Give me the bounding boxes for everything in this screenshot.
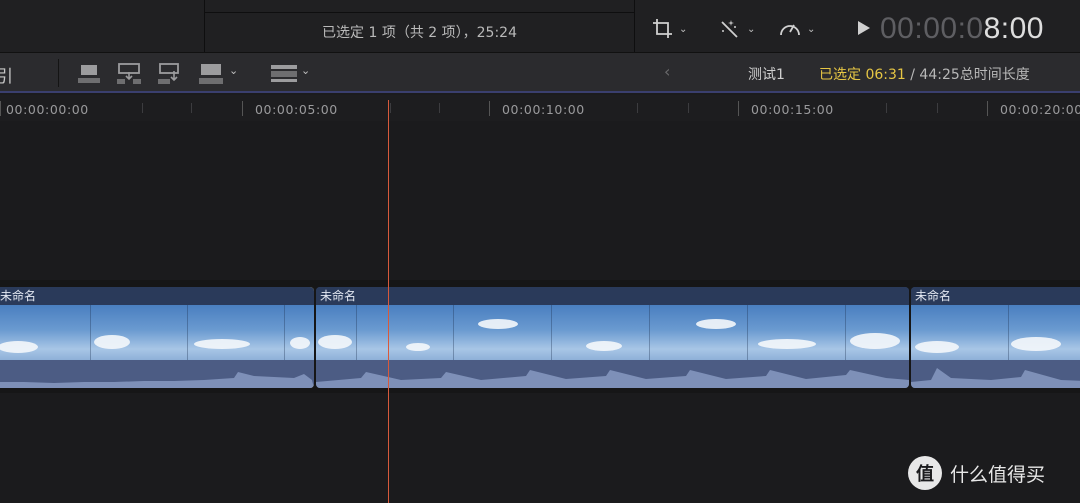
- ruler-minor-tick: [439, 103, 440, 113]
- insert-clip-icon[interactable]: [116, 62, 144, 86]
- watermark-badge-icon: 值: [908, 456, 942, 490]
- ruler-major-tick: [987, 101, 988, 116]
- total-duration: / 44:25总时间长度: [905, 67, 1030, 83]
- clip-title: 未命名: [0, 287, 314, 305]
- audio-waveform: [911, 360, 1080, 388]
- speedometer-icon: [780, 24, 800, 36]
- selected-duration: 06:31: [865, 67, 906, 83]
- retime-tool-button[interactable]: ⌄: [778, 16, 815, 42]
- ruler-major-tick: [0, 101, 1, 116]
- ruler-minor-tick: [637, 103, 638, 113]
- timeline-ruler[interactable]: 00:00:00:00 00:00:05:00 00:00:10:00 00:0…: [0, 95, 1080, 121]
- index-button-stub[interactable]: 引: [0, 62, 13, 87]
- watermark: 值 什么值得买: [908, 456, 1045, 490]
- clip-thumbnails: [316, 305, 909, 360]
- video-clip[interactable]: 未命名: [911, 287, 1080, 388]
- ruler-major-tick: [738, 101, 739, 116]
- selection-summary: 已选定 1 项（共 2 项），25:24: [322, 25, 517, 41]
- video-clip[interactable]: 未命名: [316, 287, 909, 388]
- ruler-minor-tick: [937, 103, 938, 113]
- crop-icon: [653, 19, 672, 38]
- connect-clip-icon[interactable]: [76, 62, 102, 86]
- chevron-down-icon[interactable]: ⌄: [301, 64, 310, 77]
- video-clip[interactable]: 未命名: [0, 287, 314, 388]
- audio-waveform: [316, 360, 909, 388]
- clip-title: 未命名: [911, 287, 1080, 305]
- ruler-minor-tick: [390, 103, 391, 113]
- ruler-timecode: 00:00:05:00: [255, 102, 338, 117]
- ruler-timecode: 00:00:15:00: [751, 102, 834, 117]
- ruler-timecode: 00:00:00:00: [6, 102, 89, 117]
- browser-pane-edge: [0, 0, 205, 52]
- ruler-minor-tick: [191, 103, 192, 113]
- magic-wand-icon: [721, 20, 738, 38]
- clip-thumbnails: [0, 305, 314, 360]
- project-name: 测试1: [748, 67, 785, 83]
- ruler-major-tick: [489, 101, 490, 116]
- chevron-down-icon: ⌄: [747, 23, 756, 35]
- selected-label: 已选定: [819, 67, 866, 83]
- ruler-major-tick: [242, 101, 243, 116]
- chevron-down-icon[interactable]: ⌄: [229, 64, 238, 77]
- chevron-down-icon: ⌄: [807, 23, 816, 35]
- ruler-minor-tick: [142, 103, 143, 113]
- play-icon[interactable]: [858, 21, 870, 35]
- ruler-minor-tick: [688, 103, 689, 113]
- timecode-current: 8:00: [983, 12, 1044, 45]
- toolbar-divider: [58, 59, 59, 87]
- selection-info-panel: 已选定 1 项（共 2 项），25:24: [205, 0, 635, 52]
- playhead[interactable]: [388, 100, 389, 503]
- chevron-down-icon: ⌄: [679, 23, 688, 35]
- clip-appearance-icon[interactable]: [270, 62, 300, 86]
- duration-readout: 已选定 06:31 / 44:25总时间长度: [819, 64, 1030, 84]
- crop-tool-button[interactable]: ⌄: [652, 16, 687, 42]
- append-clip-icon[interactable]: [157, 62, 185, 86]
- back-arrow-icon[interactable]: ‹: [664, 62, 670, 81]
- timeline-toolbar: 引 ⌄ ⌄ ‹ 测试1 已选定 06:31 / 44:25总时间长度: [0, 52, 1080, 93]
- timecode-leading: 00:00:0: [880, 12, 984, 45]
- ruler-timecode: 00:00:10:00: [502, 102, 585, 117]
- clip-title: 未命名: [316, 287, 909, 305]
- watermark-text: 什么值得买: [950, 463, 1046, 486]
- ruler-timecode: 00:00:20:00: [1000, 102, 1080, 117]
- clip-thumbnails: [911, 305, 1080, 360]
- audio-waveform: [0, 360, 314, 388]
- ruler-minor-tick: [886, 103, 887, 113]
- playhead-timecode[interactable]: 00:00:08:00: [880, 12, 1044, 46]
- viewer-header: 已选定 1 项（共 2 项），25:24 ⌄ ⌄ ⌄ 00:00:08:00: [0, 0, 1080, 52]
- overwrite-clip-icon[interactable]: [198, 62, 226, 86]
- enhance-tool-button[interactable]: ⌄: [718, 16, 755, 42]
